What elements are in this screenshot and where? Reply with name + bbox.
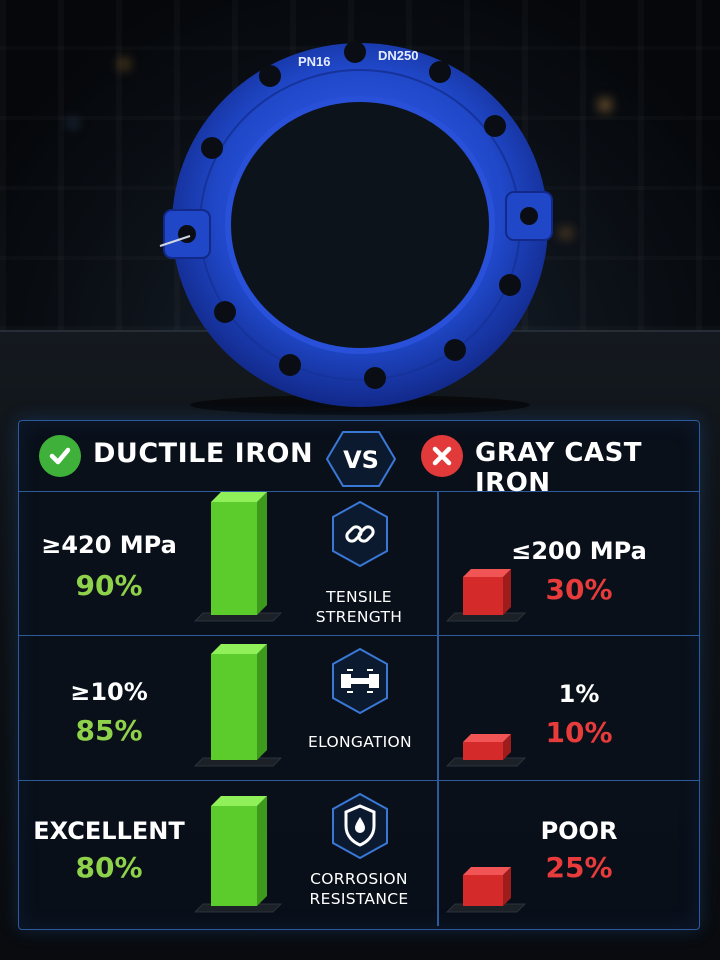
ductile-percent: 90% [75, 569, 143, 602]
gray-bar [443, 726, 531, 770]
gray-bar-graphic [445, 867, 527, 913]
ductile-value: ≥10% [70, 678, 148, 706]
x-circle-icon [421, 435, 463, 477]
comparison-row-corrosion: EXCELLENT 80% CORROSION RESISTANCE POOR … [19, 781, 699, 926]
gray-value: POOR [540, 817, 618, 845]
gray-bar [443, 561, 531, 625]
gray-bar [443, 859, 531, 916]
comparison-panel: DUCTILE IRON VS GRAY CAST IRON ≥420 MPa … [18, 420, 700, 930]
bar-side [257, 644, 267, 760]
background-light [70, 120, 76, 126]
gray-bar-graphic [445, 569, 527, 622]
column-divider [437, 491, 439, 635]
column-divider [437, 781, 439, 926]
chain-link-icon [332, 500, 388, 568]
flange-stamp-dn: DN250 [378, 48, 418, 63]
ductile-value: ≥420 MPa [41, 531, 177, 559]
ductile-bar [191, 484, 287, 625]
ductile-percent: 80% [75, 851, 143, 884]
gray-cast-iron-title: GRAY CAST IRON [475, 438, 643, 498]
bar-side [503, 569, 511, 615]
bar-front [463, 875, 503, 906]
bar-top [463, 569, 511, 577]
bar-front [211, 654, 257, 760]
comparison-header: DUCTILE IRON VS GRAY CAST IRON [19, 421, 699, 498]
ductile-percent: 85% [75, 714, 143, 747]
vs-badge: VS [325, 429, 397, 489]
gray-value: 1% [558, 680, 600, 708]
ductile-bar-graphic [193, 492, 283, 622]
gray-bar-graphic [445, 734, 527, 767]
bar-top [463, 734, 511, 742]
metric-label-tensile: TENSILE STRENGTH [315, 588, 403, 626]
ductile-value: EXCELLENT [33, 817, 185, 845]
flange-stamp-pn: PN16 [298, 54, 331, 69]
bar-side [257, 796, 267, 906]
comparison-row-elongation: ≥10% 85% ELONGATION 1% 10% [19, 636, 699, 781]
background-light [600, 100, 610, 110]
bar-side [257, 492, 267, 615]
vs-label: VS [343, 446, 379, 474]
metric-label-elongation: ELONGATION [308, 733, 412, 751]
ductile-bar [191, 636, 287, 770]
stretch-bar-icon [332, 647, 388, 715]
shield-drop-icon [332, 792, 388, 860]
bar-front [463, 742, 503, 760]
comparison-row-tensile: ≥420 MPa 90% TENSILE STRENGTH ≤200 MPa 3… [19, 491, 699, 636]
bar-front [211, 502, 257, 615]
bar-front [463, 577, 503, 615]
column-divider [437, 636, 439, 780]
bar-top [463, 867, 511, 875]
ductile-bar-graphic [193, 644, 283, 767]
ductile-iron-title: DUCTILE IRON [93, 438, 314, 469]
ductile-bar [191, 788, 287, 916]
ductile-bar-graphic [193, 796, 283, 913]
split-flange-image: PN16 DN250 [159, 41, 553, 415]
check-circle-icon [39, 435, 81, 477]
metric-label-corrosion: CORROSION RESISTANCE [309, 870, 409, 908]
bar-front [211, 806, 257, 906]
background-light [120, 60, 128, 68]
